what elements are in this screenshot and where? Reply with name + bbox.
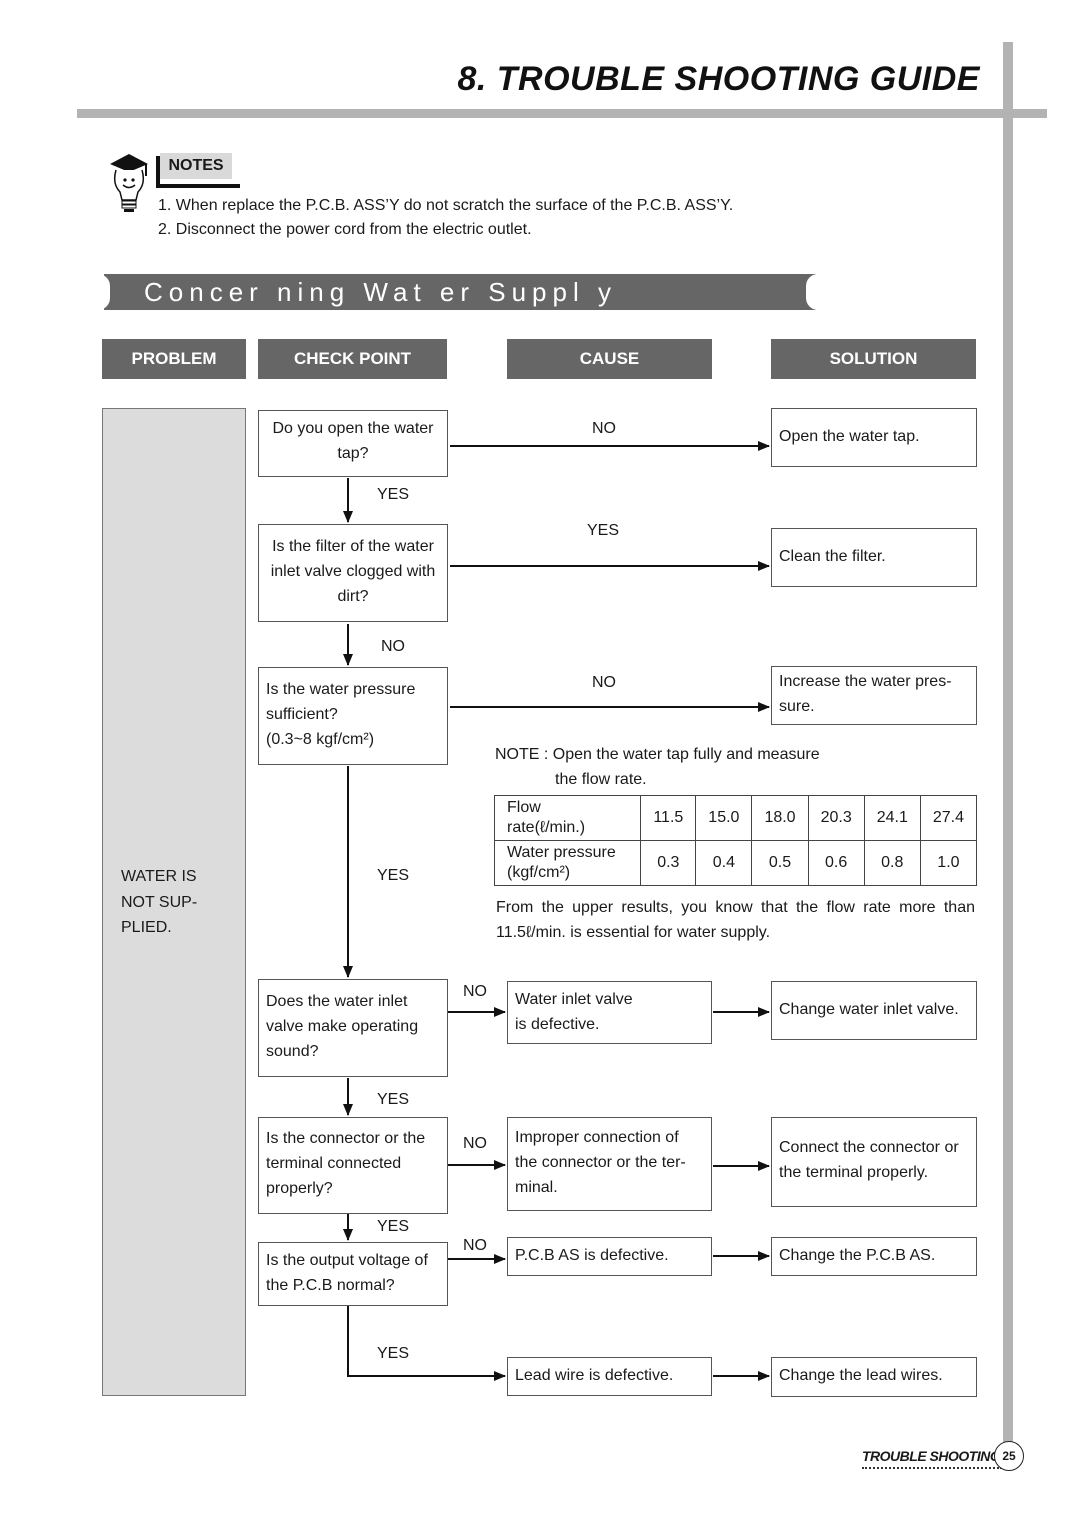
arrow-c6-yes [347, 1306, 506, 1381]
check-line: Is the filter of the water [272, 538, 434, 555]
label-no: NO [381, 638, 405, 655]
cause-box-pcb-defective: P.C.B AS is defective. [507, 1237, 712, 1276]
flow-note-line1: NOTE : Open the water tap fully and meas… [495, 746, 820, 763]
solution-line: Change water inlet valve. [779, 1001, 959, 1018]
check-line: inlet valve clogged with [270, 563, 436, 580]
check-box-valve-sound: Does the water inlet valve make operatin… [258, 979, 448, 1077]
solution-box-open-tap: Open the water tap. [771, 408, 977, 467]
check-box-filter: Is the filter of the water inlet valve c… [258, 524, 448, 622]
check-line: the P.C.B normal? [266, 1277, 395, 1294]
page-number: 25 [994, 1441, 1024, 1471]
cause-line: Lead wire is defective. [515, 1367, 674, 1384]
solution-box-clean-filter: Clean the filter. [771, 528, 977, 587]
table-cell: 11.5 [640, 795, 697, 841]
table-cell: 0.5 [751, 840, 809, 886]
label-yes: YES [377, 1091, 410, 1108]
label-yes: YES [377, 486, 410, 503]
check-box-connector: Is the connector or the terminal connect… [258, 1117, 448, 1214]
solution-line: Change the lead wires. [779, 1367, 943, 1384]
check-line: tap? [337, 445, 369, 462]
flow-conclusion-line1: From the upper results, you know that th… [496, 899, 975, 916]
solution-box-change-valve: Change water inlet valve. [771, 981, 977, 1040]
check-line: Is the output voltage of [266, 1252, 428, 1269]
check-box-water-tap: Do you open the water tap? [258, 410, 448, 477]
cause-line: is defective. [515, 1016, 600, 1033]
table-cell: 0.8 [863, 840, 921, 886]
check-line: properly? [266, 1180, 333, 1197]
label-no: NO [463, 1135, 487, 1152]
table-cell: 15.0 [695, 795, 753, 841]
row-header-flow-rate: Flow rate(ℓ/min.) [493, 795, 642, 841]
row-header-water-pressure: Water pressure (kgf/cm²) [493, 840, 642, 886]
cause-line: Water inlet valve [515, 991, 633, 1008]
solution-line: Open the water tap. [779, 428, 920, 445]
solution-box-change-lead-wires: Change the lead wires. [771, 1357, 977, 1397]
footer-section-label: TROUBLE SHOOTING [862, 1448, 1001, 1464]
row-header-line: (kgf/cm²) [507, 864, 571, 881]
table-cell: 20.3 [807, 795, 865, 841]
table-cell: 24.1 [863, 795, 921, 841]
table-row-flow-rate: Flow rate(ℓ/min.) 11.5 15.0 18.0 20.3 24… [493, 795, 978, 841]
cause-box-lead-wire-defective: Lead wire is defective. [507, 1357, 712, 1396]
label-yes: YES [377, 1345, 410, 1362]
footer-dotted-rule [862, 1467, 1002, 1469]
row-header-line: Flow [507, 799, 541, 816]
check-line: (0.3~8 kgf/cm²) [266, 731, 375, 748]
check-box-pressure: Is the water pressure sufficient? (0.3~8… [258, 667, 448, 765]
check-line: dirt? [337, 588, 369, 605]
solution-box-connect-terminal: Connect the connector or the terminal pr… [771, 1117, 977, 1207]
check-line: terminal connected [266, 1155, 402, 1172]
table-cell: 27.4 [919, 795, 978, 841]
label-yes: YES [587, 522, 620, 539]
table-cell: 18.0 [751, 795, 809, 841]
label-no: NO [592, 420, 616, 437]
flow-conclusion-line2: 11.5ℓ/min. is essential for water supply… [496, 924, 771, 941]
check-line: sufficient? [266, 706, 338, 723]
check-line: Do you open the water [272, 420, 434, 437]
flow-connectors [343, 441, 770, 1381]
solution-line: Change the P.C.B AS. [779, 1247, 936, 1264]
table-row-water-pressure: Water pressure (kgf/cm²) 0.3 0.4 0.5 0.6… [493, 840, 978, 886]
solution-line: Clean the filter. [779, 548, 886, 565]
cause-line: the connector or the ter- [515, 1154, 686, 1171]
table-cell: 1.0 [919, 840, 978, 886]
label-no: NO [463, 1237, 487, 1254]
label-no: NO [463, 983, 487, 1000]
table-cell: 0.3 [640, 840, 697, 886]
solution-line: Increase the water pres- [779, 673, 952, 690]
table-cell: 0.4 [695, 840, 753, 886]
check-line: Is the connector or the [266, 1130, 426, 1147]
solution-box-change-pcb: Change the P.C.B AS. [771, 1237, 977, 1276]
check-line: Is the water pressure [266, 681, 416, 698]
check-line: valve make operating [266, 1018, 419, 1035]
label-yes: YES [377, 867, 410, 884]
row-header-line: Water pressure [507, 844, 616, 861]
row-header-line: rate(ℓ/min.) [507, 819, 586, 836]
check-box-pcb-voltage: Is the output voltage of the P.C.B norma… [258, 1242, 448, 1306]
solution-line: Connect the connector or [779, 1139, 959, 1156]
cause-box-valve-defective: Water inlet valve is defective. [507, 981, 712, 1044]
flow-note-line2: the flow rate. [555, 771, 647, 788]
table-cell: 0.6 [807, 840, 865, 886]
check-line: Does the water inlet [266, 993, 408, 1010]
cause-line: Improper connection of [515, 1129, 679, 1146]
flow-pressure-table: Flow rate(ℓ/min.) 11.5 15.0 18.0 20.3 24… [493, 795, 978, 886]
check-line: sound? [266, 1043, 319, 1060]
solution-line: the terminal properly. [779, 1164, 929, 1181]
label-yes: YES [377, 1218, 410, 1235]
cause-line: minal. [515, 1179, 558, 1196]
cause-box-improper-connection: Improper connection of the connector or … [507, 1117, 712, 1211]
cause-line: P.C.B AS is defective. [515, 1247, 669, 1264]
solution-box-increase-pressure: Increase the water pres- sure. [771, 666, 977, 725]
label-no: NO [592, 674, 616, 691]
solution-line: sure. [779, 698, 815, 715]
